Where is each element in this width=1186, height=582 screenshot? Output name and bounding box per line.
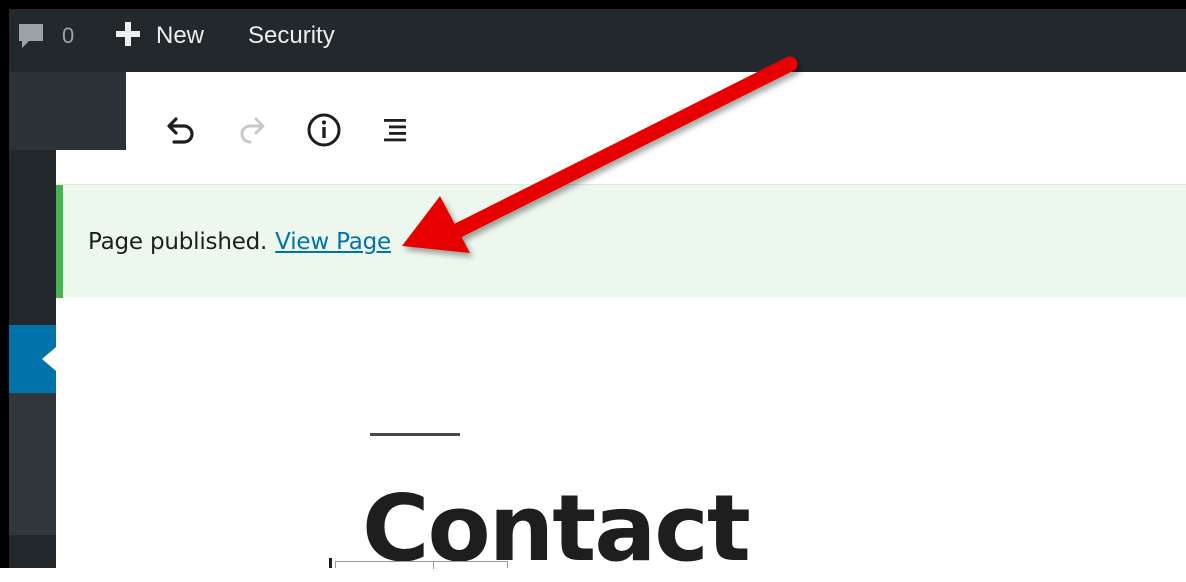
- security-label: Security: [248, 22, 335, 49]
- comments-menu[interactable]: 0: [16, 0, 74, 72]
- block-toolbar[interactable]: [335, 561, 508, 569]
- active-indicator: [42, 347, 56, 371]
- undo-button[interactable]: [158, 108, 202, 152]
- sidebar-item-active[interactable]: [0, 325, 56, 393]
- sidebar-item[interactable]: [0, 535, 56, 568]
- publish-notice: Page published. View Page: [56, 184, 1186, 298]
- separator-block[interactable]: [370, 433, 460, 436]
- redo-button[interactable]: [230, 108, 274, 152]
- sidebar-menu[interactable]: [0, 150, 56, 325]
- new-content-menu[interactable]: New: [114, 0, 204, 72]
- undo-icon: [167, 117, 194, 144]
- redo-icon: [240, 117, 265, 144]
- editor-toolbar: [126, 72, 1186, 184]
- admin-bar: 0 New Security: [0, 0, 1186, 72]
- comments-count: 0: [62, 23, 75, 48]
- sidebar-header[interactable]: [0, 72, 126, 150]
- view-page-link[interactable]: View Page: [275, 229, 391, 255]
- plus-icon: [114, 17, 142, 55]
- notice-text: Page published.: [88, 229, 268, 255]
- details-button[interactable]: [302, 108, 346, 152]
- comment-icon: [16, 21, 46, 51]
- list-view-icon: [384, 119, 406, 142]
- notice-message: Page published. View Page: [88, 229, 391, 255]
- info-icon: [307, 113, 341, 147]
- security-menu[interactable]: Security: [248, 0, 335, 72]
- notice-accent-bar: [56, 185, 63, 298]
- text-cursor: [329, 558, 332, 568]
- new-label: New: [156, 22, 205, 49]
- list-view-button[interactable]: [374, 108, 418, 152]
